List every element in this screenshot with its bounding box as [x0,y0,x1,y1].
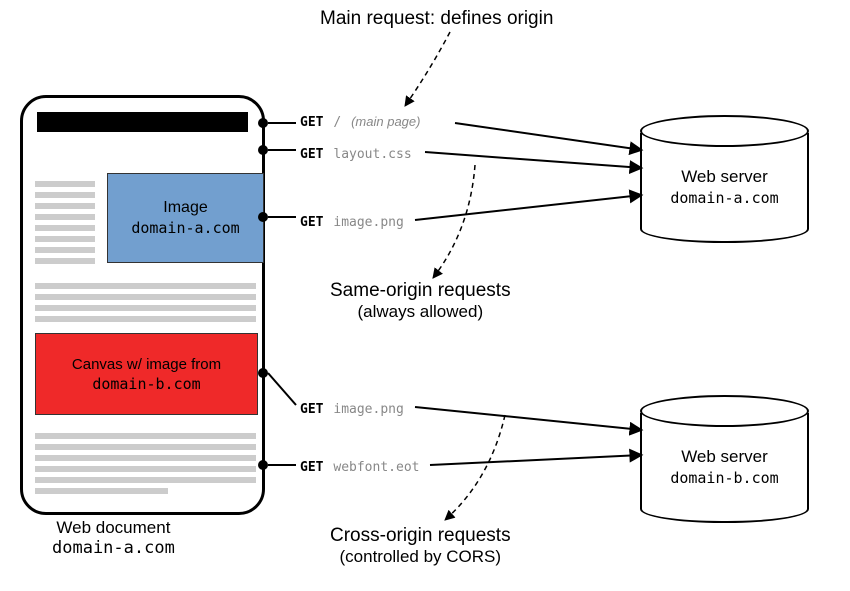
web-document: Image domain-a.com Canvas w/ image from … [20,95,265,515]
canvas-box: Canvas w/ image from domain-b.com [35,333,258,415]
image-box-label: Image [163,199,207,217]
bullet-font [258,460,268,470]
doc-caption-domain: domain-a.com [52,538,175,558]
canvas-box-label: Canvas w/ image from [72,356,221,373]
req-css: GET layout.css [300,145,412,162]
same-origin-l2: (always allowed) [330,302,511,322]
req-font: GET webfont.eot [300,458,419,475]
server-a: Web server domain-a.com [640,115,805,243]
req-main-method: GET [300,115,323,130]
doc-titlebar [37,112,248,132]
doc-text-bottom [35,428,256,499]
server-b-label: Web server [681,447,768,467]
image-box: Image domain-a.com [107,173,264,263]
same-origin-l1: Same-origin requests [330,280,511,302]
req-main-path: / [333,115,341,130]
server-a-label: Web server [681,167,768,187]
bullet-image [258,212,268,222]
main-request-label: Main request: defines origin [320,8,553,30]
cross-origin-l2: (controlled by CORS) [330,547,511,567]
doc-caption-label: Web document [52,518,175,538]
req-image-method: GET [300,215,323,230]
same-origin-label: Same-origin requests (always allowed) [330,280,511,322]
req-main-note: (main page) [351,114,420,129]
req-canvas-image-path: image.png [333,402,403,417]
doc-text-mid [35,278,256,327]
cross-origin-label: Cross-origin requests (controlled by COR… [330,525,511,567]
cross-origin-l1: Cross-origin requests [330,525,511,547]
doc-caption: Web document domain-a.com [52,518,175,558]
req-main: GET / (main page) [300,113,420,130]
req-css-path: layout.css [333,147,411,162]
doc-text-left [35,176,95,269]
server-b: Web server domain-b.com [640,395,805,523]
canvas-box-domain: domain-b.com [92,375,200,393]
req-image: GET image.png [300,213,404,230]
req-canvas-image-method: GET [300,402,323,417]
req-font-method: GET [300,460,323,475]
req-canvas-image: GET image.png [300,400,404,417]
server-a-domain: domain-a.com [670,189,778,207]
req-font-path: webfont.eot [333,460,419,475]
bullet-main [258,118,268,128]
req-image-path: image.png [333,215,403,230]
bullet-canvas-image [258,368,268,378]
bullet-css [258,145,268,155]
req-css-method: GET [300,147,323,162]
server-b-domain: domain-b.com [670,469,778,487]
image-box-domain: domain-a.com [131,219,239,237]
